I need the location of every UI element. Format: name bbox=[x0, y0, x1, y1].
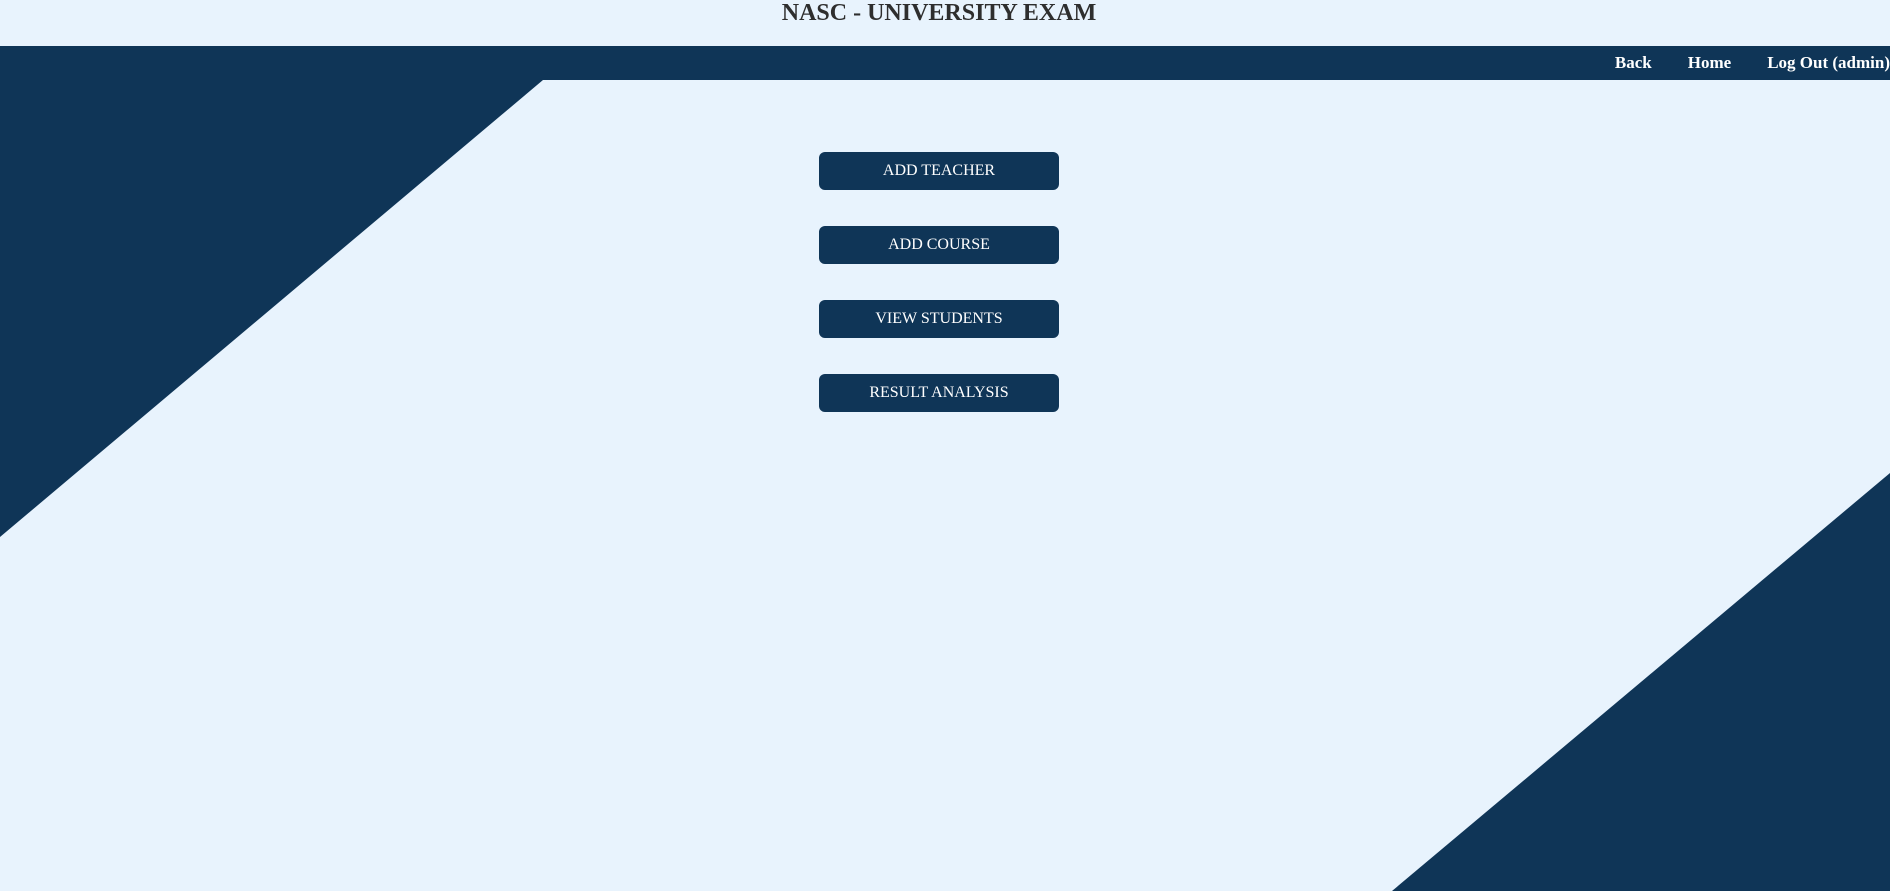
add-course-button[interactable]: ADD COURSE bbox=[819, 226, 1059, 264]
header: NASC - UNIVERSITY EXAM bbox=[0, 0, 1890, 46]
top-left-dark-wedge bbox=[0, 80, 543, 537]
home-link[interactable]: Home bbox=[1688, 53, 1731, 73]
nav-links: Back Home Log Out (admin) bbox=[1579, 46, 1890, 80]
page-title: NASC - UNIVERSITY EXAM bbox=[781, 0, 1097, 26]
logout-link[interactable]: Log Out (admin) bbox=[1767, 53, 1890, 73]
add-teacher-button[interactable]: ADD TEACHER bbox=[819, 152, 1059, 190]
top-navbar: Back Home Log Out (admin) bbox=[0, 46, 1890, 80]
page: NASC - UNIVERSITY EXAM Back Home Log Out… bbox=[0, 0, 1890, 891]
result-analysis-button[interactable]: RESULT ANALYSIS bbox=[819, 374, 1059, 412]
admin-menu: ADD TEACHER ADD COURSE VIEW STUDENTS RES… bbox=[819, 152, 1059, 448]
bottom-right-dark-wedge bbox=[1392, 473, 1890, 891]
view-students-button[interactable]: VIEW STUDENTS bbox=[819, 300, 1059, 338]
back-link[interactable]: Back bbox=[1615, 53, 1652, 73]
